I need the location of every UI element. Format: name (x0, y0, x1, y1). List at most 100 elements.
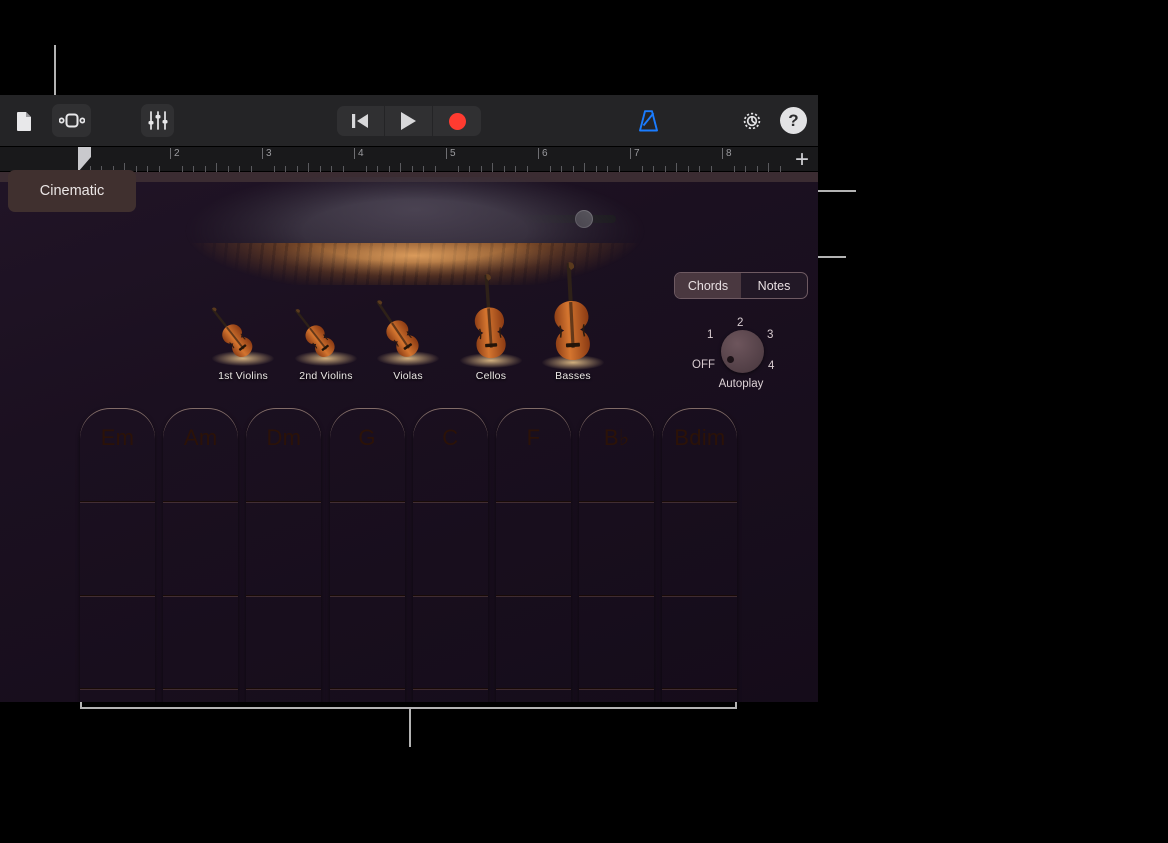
callout-bracket-chords-stem (409, 709, 411, 747)
tab-notes[interactable]: Notes (741, 273, 807, 298)
ruler-tick (676, 163, 677, 172)
chord-strip-divider (246, 501, 321, 502)
tab-chords-label: Chords (688, 279, 728, 293)
chord-strip-divider (413, 688, 488, 689)
ruler-bar-number: 8 (722, 148, 732, 159)
ruler-bar-number: 7 (630, 148, 640, 159)
ruler-bar-number: 5 (446, 148, 456, 159)
add-track-label: + (795, 146, 809, 173)
ruler-tick (216, 163, 217, 172)
tab-notes-label: Notes (758, 279, 791, 293)
record-icon (449, 113, 466, 130)
autoplay-4-text: 4 (768, 360, 774, 372)
mixer-button[interactable] (141, 104, 174, 137)
help-button[interactable]: ? (780, 107, 807, 134)
autoplay-label-4[interactable]: 4 (768, 360, 774, 372)
chord-strip-divider (163, 688, 238, 689)
chord-strip[interactable]: B♭ (579, 408, 654, 702)
timeline-ruler[interactable]: 12345678 + (0, 147, 818, 172)
ruler-tick (584, 163, 585, 172)
help-label: ? (788, 111, 798, 131)
chord-name: F (496, 425, 571, 451)
settings-button[interactable] (737, 106, 766, 136)
chord-strip-divider (662, 688, 737, 689)
chord-strip-divider (246, 595, 321, 596)
metronome-icon (638, 110, 659, 132)
autoplay-label-3[interactable]: 3 (767, 329, 773, 341)
chord-strip-divider (579, 688, 654, 689)
play-button[interactable] (385, 106, 433, 136)
chord-strip[interactable]: Dm (246, 408, 321, 702)
chord-strip-divider (163, 501, 238, 502)
chord-name: G (330, 425, 405, 451)
track-view-button[interactable] (52, 104, 91, 137)
autoplay-label-2[interactable]: 2 (737, 317, 743, 329)
track-label[interactable]: Cinematic (8, 170, 136, 212)
toolbar: ? (0, 95, 818, 147)
autoplay-control: OFF 1 2 3 4 Autoplay (666, 305, 816, 400)
chord-strip-divider (330, 595, 405, 596)
autoplay-knob-indicator (727, 356, 734, 363)
chord-name: C (413, 425, 488, 451)
mixer-sliders-icon (148, 111, 168, 130)
callout-bracket-chords-left (80, 702, 82, 709)
chord-strip[interactable]: Am (163, 408, 238, 702)
chords-notes-toggle[interactable]: Chords Notes (674, 272, 808, 299)
callout-bracket-chords-right (735, 702, 737, 709)
chord-strip-divider (330, 688, 405, 689)
record-button[interactable] (433, 106, 481, 136)
chord-strip-divider (662, 595, 737, 596)
chord-strips: Em Am Dm GCF B♭ Bdim (80, 408, 738, 702)
chord-strip-divider (579, 595, 654, 596)
chord-strip[interactable]: G (330, 408, 405, 702)
metronome-button[interactable] (634, 106, 662, 136)
chord-strip-divider (579, 501, 654, 502)
chord-name: Bdim (662, 425, 737, 451)
chord-strip-divider (330, 501, 405, 502)
add-track-button[interactable]: + (791, 150, 813, 172)
document-icon[interactable] (10, 106, 38, 136)
tab-chords[interactable]: Chords (675, 273, 741, 298)
ruler-tick (492, 163, 493, 172)
autoplay-1-text: 1 (707, 329, 713, 341)
chord-name: B♭ (579, 425, 654, 451)
app-window: ? 12345678 + 1st Violins2nd ViolinsViola… (0, 95, 818, 702)
play-icon (401, 112, 416, 130)
ruler-tick (308, 163, 309, 172)
chord-strip-divider (80, 688, 155, 689)
chord-strip[interactable]: F (496, 408, 571, 702)
chord-strip-divider (496, 501, 571, 502)
rewind-icon (352, 113, 369, 129)
callout-line-autoplay (818, 256, 846, 258)
chord-name: Am (163, 425, 238, 451)
chord-strip[interactable]: C (413, 408, 488, 702)
chord-strip-divider (662, 501, 737, 502)
chord-strip-divider (496, 595, 571, 596)
autoplay-knob[interactable] (721, 330, 764, 373)
rewind-button[interactable] (337, 106, 385, 136)
chord-strip-divider (413, 595, 488, 596)
chord-strip-divider (496, 688, 571, 689)
chord-strip[interactable]: Bdim (662, 408, 737, 702)
ruler-bar-number: 3 (262, 148, 272, 159)
chord-strip[interactable]: Em (80, 408, 155, 702)
chord-strip-divider (80, 501, 155, 502)
chord-strip-divider (413, 501, 488, 502)
ruler-tick (768, 163, 769, 172)
instrument-viola-icon[interactable] (366, 293, 425, 362)
ruler-tick (400, 163, 401, 172)
screenshot-root: ? 12345678 + 1st Violins2nd ViolinsViola… (0, 0, 1168, 843)
ruler-bar-number: 6 (538, 148, 548, 159)
autoplay-label-1[interactable]: 1 (707, 329, 713, 341)
instrument-bass-icon[interactable] (549, 260, 594, 362)
gear-icon (741, 110, 763, 132)
autoplay-2-text: 2 (737, 317, 743, 329)
autoplay-label-off[interactable]: OFF (692, 359, 715, 371)
autoplay-3-text: 3 (767, 329, 773, 341)
ruler-ticks: 12345678 (78, 147, 788, 172)
instrument-cello-icon[interactable] (469, 272, 509, 360)
ruler-bar-number: 2 (170, 148, 180, 159)
callout-line-chords-notes (818, 190, 856, 192)
ruler-bar-number: 4 (354, 148, 364, 159)
chord-strip-divider (246, 688, 321, 689)
